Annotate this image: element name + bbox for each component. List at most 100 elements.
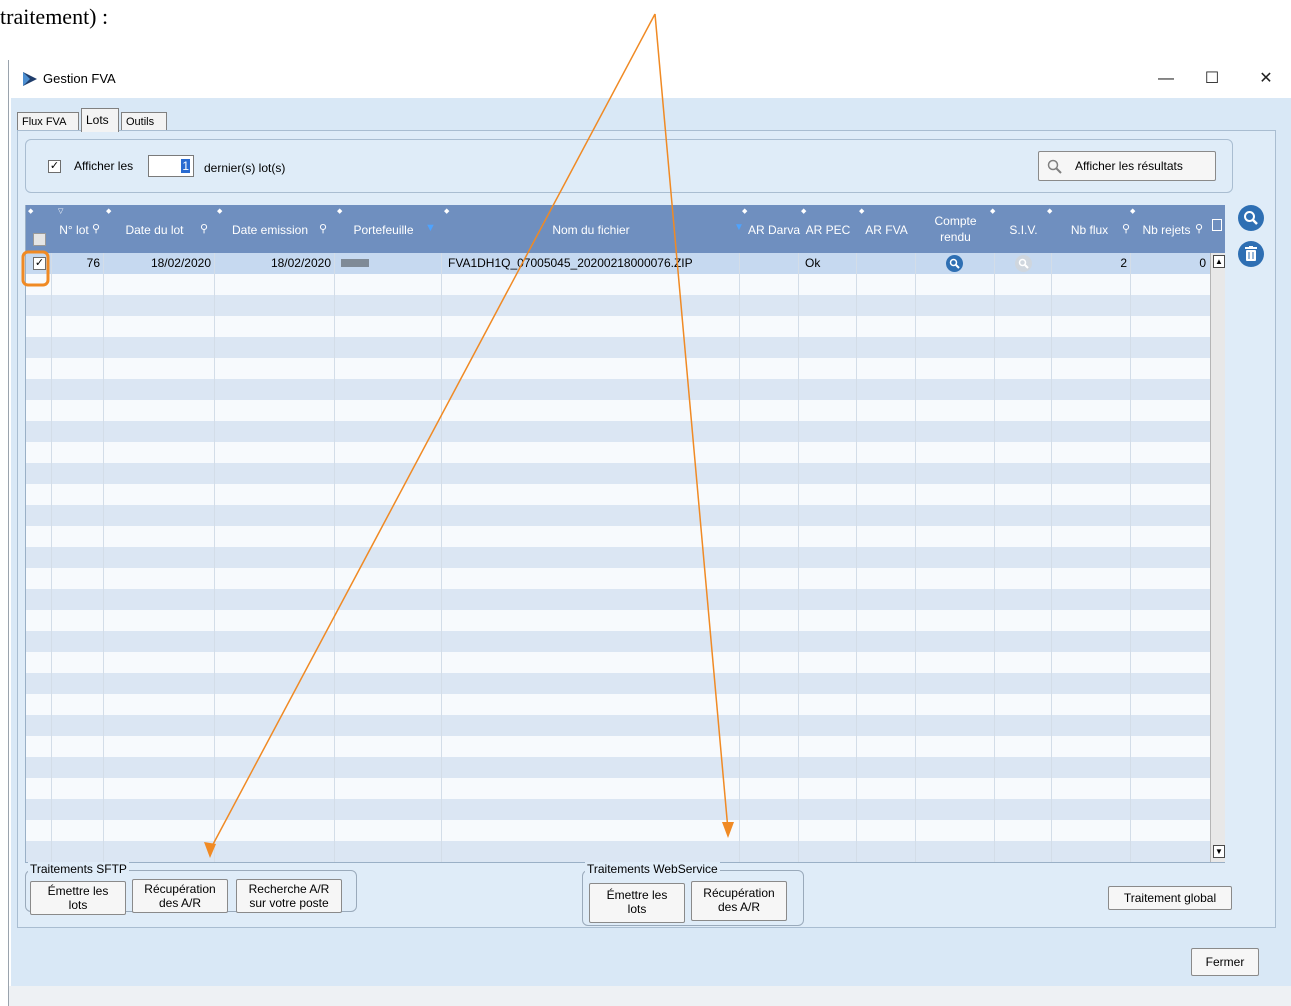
sftp-retrieve-ar-line1: Récupération xyxy=(144,882,216,896)
scroll-down-arrow[interactable]: ▼ xyxy=(1213,845,1225,858)
ws-retrieve-ar-button[interactable]: Récupération des A/R xyxy=(691,881,787,921)
column-chooser-icon xyxy=(1212,219,1222,231)
siv-search-icon xyxy=(1015,255,1032,272)
sort-icon: ◆ xyxy=(801,208,807,215)
sftp-search-ar-line2: sur votre poste xyxy=(249,896,329,910)
delete-icon[interactable] xyxy=(1238,241,1264,267)
table-row[interactable] xyxy=(26,295,1210,316)
close-button[interactable]: Fermer xyxy=(1191,948,1259,976)
table-row[interactable] xyxy=(26,568,1210,589)
table-row[interactable] xyxy=(26,400,1210,421)
header-ar-fva[interactable]: ◆ AR FVA xyxy=(857,205,916,253)
header-nb-flux[interactable]: ◆ Nb flux ⚲ xyxy=(1052,205,1136,253)
ws-retrieve-ar-line1: Récupération xyxy=(703,886,775,900)
show-last-label: Afficher les xyxy=(74,159,134,173)
table-row[interactable] xyxy=(26,610,1210,631)
table-row[interactable] xyxy=(26,589,1210,610)
sftp-emit-lots-line2: lots xyxy=(68,898,88,912)
table-row[interactable] xyxy=(26,274,1210,295)
ws-emit-lots-line2: lots xyxy=(627,902,647,916)
table-row[interactable] xyxy=(26,526,1210,547)
table-row[interactable] xyxy=(26,757,1210,778)
table-row[interactable] xyxy=(26,778,1210,799)
zoom-icon[interactable]: ⚲ xyxy=(1195,222,1207,235)
window-client-area: Flux FVA Lots Outils ✓ Afficher les 1 de… xyxy=(11,98,1291,986)
column-chooser[interactable] xyxy=(1210,205,1225,253)
table-row[interactable] xyxy=(26,820,1210,841)
header-date-lot[interactable]: ◆ Date du lot ⚲ xyxy=(104,205,215,253)
table-row[interactable] xyxy=(26,337,1210,358)
sort-icon: ◆ xyxy=(217,208,223,215)
header-nom-fichier[interactable]: ◆ Nom du fichier xyxy=(442,205,740,253)
document-caption: traitement) : xyxy=(0,4,109,29)
cell-ar-pec: Ok xyxy=(805,256,821,270)
filter-icon[interactable]: ▼ xyxy=(425,222,437,234)
show-last-lots-checkbox[interactable]: ✓ xyxy=(48,160,61,173)
sort-icon: ◆ xyxy=(337,208,343,215)
table-row-selected[interactable]: ✓ 76 18/02/2020 18/02/2020 FVA1DH1Q_07005045… xyxy=(26,253,1210,274)
table-row[interactable] xyxy=(26,673,1210,694)
table-row[interactable] xyxy=(26,631,1210,652)
header-date-lot-label: Date du lot xyxy=(125,223,184,237)
tab-flux-fva[interactable]: Flux FVA xyxy=(17,112,79,132)
table-row[interactable] xyxy=(26,442,1210,463)
last-lots-label: dernier(s) lot(s) xyxy=(204,161,286,175)
header-siv-label: S.I.V. xyxy=(1009,223,1038,237)
sftp-search-ar-line1: Recherche A/R xyxy=(248,882,330,896)
table-row[interactable] xyxy=(26,547,1210,568)
sort-icon: ◆ xyxy=(742,208,748,215)
header-nb-rejets[interactable]: Nb rejets ⚲ xyxy=(1131,205,1210,253)
scroll-up-arrow[interactable]: ▲ xyxy=(1213,255,1225,268)
sort-icon: ◆ xyxy=(28,208,34,215)
header-date-emission[interactable]: ◆ Date emission ⚲ xyxy=(215,205,335,253)
cell-date-lot: 18/02/2020 xyxy=(150,256,211,270)
header-compte-rendu[interactable]: ◆ Compte rendu xyxy=(916,205,995,253)
header-ar-darva[interactable]: ◆ ▼ AR Darva xyxy=(734,205,801,253)
ws-emit-lots-button[interactable]: Émettre les lots xyxy=(589,883,685,923)
header-portefeuille[interactable]: ◆ Portefeuille ▼ xyxy=(335,205,442,253)
filter-icon[interactable]: ▼ xyxy=(734,222,746,234)
table-row[interactable] xyxy=(26,799,1210,820)
ws-retrieve-ar-line2: des A/R xyxy=(717,900,761,914)
close-window-button[interactable]: ✕ xyxy=(1243,64,1289,94)
compte-rendu-search-icon[interactable] xyxy=(946,255,963,272)
header-siv[interactable]: ◆ S.I.V. xyxy=(995,205,1052,253)
row-checkbox[interactable]: ✓ xyxy=(33,257,46,270)
table-row[interactable] xyxy=(26,715,1210,736)
tab-outils[interactable]: Outils xyxy=(121,112,167,132)
table-row[interactable] xyxy=(26,484,1210,505)
table-row[interactable] xyxy=(26,316,1210,337)
sftp-retrieve-ar-line2: des A/R xyxy=(158,896,202,910)
table-vertical-scrollbar[interactable]: ▲ ▼ xyxy=(1210,253,1225,862)
header-ar-darva-label: AR Darva xyxy=(748,223,801,237)
table-row[interactable] xyxy=(26,421,1210,442)
lot-count-value: 1 xyxy=(181,159,190,173)
header-ar-pec[interactable]: ◆ AR PEC xyxy=(799,205,857,253)
table-row[interactable] xyxy=(26,505,1210,526)
table-row[interactable] xyxy=(26,694,1210,715)
maximize-button[interactable]: ☐ xyxy=(1189,64,1235,94)
ws-emit-lots-line1: Émettre les xyxy=(606,888,668,902)
table-row[interactable] xyxy=(26,379,1210,400)
table-row[interactable] xyxy=(26,652,1210,673)
sftp-emit-lots-button[interactable]: Émettre les lots xyxy=(30,881,126,915)
sort-icon: ◆ xyxy=(859,208,865,215)
sort-icon: ◆ xyxy=(444,208,450,215)
sftp-retrieve-ar-button[interactable]: Récupération des A/R xyxy=(132,879,228,913)
tab-lots[interactable]: Lots xyxy=(81,108,119,132)
cell-lot: 76 xyxy=(86,256,100,270)
header-compte-rendu-label: Compte rendu xyxy=(934,214,977,244)
table-row[interactable] xyxy=(26,736,1210,757)
sftp-search-ar-button[interactable]: Recherche A/R sur votre poste xyxy=(236,879,342,913)
minimize-button[interactable]: — xyxy=(1143,64,1189,94)
show-results-button[interactable]: Afficher les résultats xyxy=(1038,151,1216,181)
table-row[interactable] xyxy=(26,463,1210,484)
header-ar-fva-label: AR FVA xyxy=(865,223,908,237)
cell-nb-rejets: 0 xyxy=(1199,256,1206,270)
lot-count-input[interactable]: 1 xyxy=(148,155,194,177)
search-icon[interactable] xyxy=(1238,205,1264,231)
table-row[interactable] xyxy=(26,358,1210,379)
table-row[interactable] xyxy=(26,841,1210,862)
cell-nom-fichier: FVA1DH1Q_07005045_20200218000076.ZIP xyxy=(448,256,693,270)
global-processing-button[interactable]: Traitement global xyxy=(1108,886,1232,910)
